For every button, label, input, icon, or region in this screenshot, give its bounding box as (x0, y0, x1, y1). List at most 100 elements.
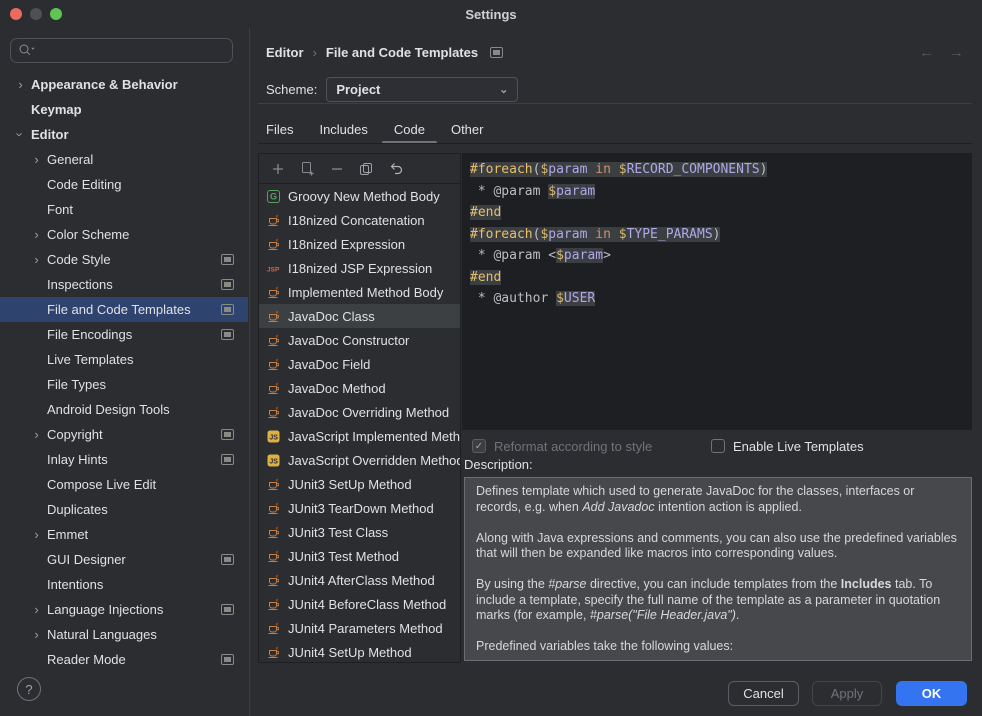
sidebar-item-inlay-hints[interactable]: Inlay Hints (0, 447, 248, 472)
template-implemented-method-body[interactable]: Implemented Method Body (259, 280, 460, 304)
breadcrumb-editor[interactable]: Editor (266, 45, 304, 60)
sidebar-item-inspections[interactable]: Inspections (0, 272, 248, 297)
template-junit3-setup-method[interactable]: JUnit3 SetUp Method (259, 472, 460, 496)
description-label: Description: (464, 457, 533, 472)
template-junit3-teardown-method[interactable]: JUnit3 TearDown Method (259, 496, 460, 520)
settings-window: { "window": { "title": "Settings" }, "co… (0, 0, 982, 716)
template-i18nized-concatenation[interactable]: I18nized Concatenation (259, 208, 460, 232)
revert-icon[interactable] (388, 162, 403, 176)
remove-icon[interactable] (330, 162, 344, 176)
template-junit4-beforeclass-method[interactable]: JUnit4 BeforeClass Method (259, 592, 460, 616)
template-javadoc-overriding-method[interactable]: JavaDoc Overriding Method (259, 400, 460, 424)
description-paragraph: Along with Java expressions and comments… (476, 531, 960, 562)
chevron-right-icon[interactable]: › (29, 247, 44, 272)
sidebar-item-color-scheme[interactable]: ›Color Scheme (0, 222, 248, 247)
reformat-option[interactable]: ✓ Reformat according to style (472, 438, 652, 454)
java-icon (267, 526, 282, 539)
search-input[interactable] (10, 38, 233, 63)
minimize-window-button[interactable] (30, 8, 42, 20)
sidebar-item-file-types[interactable]: File Types (0, 372, 248, 397)
template-junit4-setup-method[interactable]: JUnit4 SetUp Method (259, 640, 460, 663)
search-icon (18, 43, 37, 59)
sidebar-item-label: Code Editing (47, 177, 121, 192)
chevron-right-icon[interactable]: › (13, 72, 28, 97)
sidebar-item-gui-designer[interactable]: GUI Designer (0, 547, 248, 572)
template-groovy-new-method-body[interactable]: GGroovy New Method Body (259, 184, 460, 208)
sidebar-item-language-injections[interactable]: ›Language Injections (0, 597, 248, 622)
close-window-button[interactable] (10, 8, 22, 20)
template-junit4-parameters-method[interactable]: JUnit4 Parameters Method (259, 616, 460, 640)
template-list-toolbar (259, 154, 460, 184)
tab-code[interactable]: Code (394, 116, 425, 142)
template-editor[interactable]: #foreach($param in $RECORD_COMPONENTS) *… (462, 153, 972, 430)
zoom-window-button[interactable] (50, 8, 62, 20)
template-junit3-test-class[interactable]: JUnit3 Test Class (259, 520, 460, 544)
template-javadoc-method[interactable]: JavaDoc Method (259, 376, 460, 400)
description-box[interactable]: Defines template which used to generate … (464, 477, 972, 661)
sidebar-item-code-style[interactable]: ›Code Style (0, 247, 248, 272)
sidebar-item-editor[interactable]: ›Editor (0, 122, 248, 147)
live-templates-checkbox[interactable] (711, 439, 725, 453)
template-javascript-overridden-method[interactable]: JSJavaScript Overridden Method (259, 448, 460, 472)
svg-text:G: G (270, 191, 277, 201)
sidebar-item-general[interactable]: ›General (0, 147, 248, 172)
chevron-right-icon[interactable]: › (29, 622, 44, 647)
chevron-right-icon[interactable]: › (29, 522, 44, 547)
java-icon (267, 358, 282, 371)
sidebar-item-android-design-tools[interactable]: Android Design Tools (0, 397, 248, 422)
chevron-right-icon[interactable]: › (29, 222, 44, 247)
java-icon (267, 238, 282, 251)
template-name: JUnit4 Parameters Method (288, 621, 443, 636)
sidebar-item-copyright[interactable]: ›Copyright (0, 422, 248, 447)
code-line: #foreach($param in $TYPE_PARAMS) (470, 224, 972, 246)
template-i18nized-expression[interactable]: I18nized Expression (259, 232, 460, 256)
divider (258, 103, 972, 104)
tab-includes[interactable]: Includes (319, 116, 367, 142)
scheme-label: Scheme: (266, 82, 317, 97)
chevron-down-icon[interactable]: › (13, 122, 28, 147)
template-javadoc-class[interactable]: JavaDoc Class (259, 304, 460, 328)
template-javascript-implemented-method[interactable]: JSJavaScript Implemented Method (259, 424, 460, 448)
tab-other[interactable]: Other (451, 116, 484, 142)
ok-button[interactable]: OK (896, 681, 967, 706)
java-icon (267, 310, 282, 323)
sidebar-item-label: Code Style (47, 252, 111, 267)
chevron-right-icon[interactable]: › (29, 597, 44, 622)
template-javadoc-constructor[interactable]: JavaDoc Constructor (259, 328, 460, 352)
java-icon (267, 502, 282, 515)
template-junit3-test-method[interactable]: JUnit3 Test Method (259, 544, 460, 568)
sidebar-item-compose-live-edit[interactable]: Compose Live Edit (0, 472, 248, 497)
scheme-select[interactable]: Project ⌄ (326, 77, 518, 102)
tab-files[interactable]: Files (266, 116, 293, 142)
template-javadoc-field[interactable]: JavaDoc Field (259, 352, 460, 376)
sidebar-item-label: File Encodings (47, 327, 132, 342)
chevron-right-icon[interactable]: › (29, 422, 44, 447)
sidebar-item-reader-mode[interactable]: Reader Mode (0, 647, 248, 672)
sidebar-item-font[interactable]: Font (0, 197, 248, 222)
sidebar-item-keymap[interactable]: Keymap (0, 97, 248, 122)
sidebar-item-natural-languages[interactable]: ›Natural Languages (0, 622, 248, 647)
project-level-icon (221, 554, 234, 565)
help-button[interactable]: ? (17, 677, 41, 701)
sidebar-item-label: Reader Mode (47, 652, 126, 667)
chevron-right-icon[interactable]: › (29, 147, 44, 172)
sidebar-item-appearance-behavior[interactable]: ›Appearance & Behavior (0, 72, 248, 97)
forward-arrow-icon[interactable]: → (949, 44, 964, 61)
apply-button[interactable]: Apply (812, 681, 882, 706)
live-templates-option[interactable]: Enable Live Templates (711, 438, 864, 454)
reformat-checkbox[interactable]: ✓ (472, 439, 486, 453)
cancel-button[interactable]: Cancel (728, 681, 799, 706)
sidebar-item-file-and-code-templates[interactable]: File and Code Templates (0, 297, 248, 322)
sidebar-item-live-templates[interactable]: Live Templates (0, 347, 248, 372)
sidebar-item-intentions[interactable]: Intentions (0, 572, 248, 597)
sidebar-item-file-encodings[interactable]: File Encodings (0, 322, 248, 347)
duplicate-icon[interactable] (300, 161, 315, 176)
add-icon[interactable] (271, 162, 285, 176)
back-arrow-icon[interactable]: ← (919, 44, 934, 61)
sidebar-item-emmet[interactable]: ›Emmet (0, 522, 248, 547)
sidebar-item-code-editing[interactable]: Code Editing (0, 172, 248, 197)
copy-icon[interactable] (359, 162, 373, 176)
template-i18nized-jsp-expression[interactable]: JSPI18nized JSP Expression (259, 256, 460, 280)
sidebar-item-duplicates[interactable]: Duplicates (0, 497, 248, 522)
template-junit4-afterclass-method[interactable]: JUnit4 AfterClass Method (259, 568, 460, 592)
